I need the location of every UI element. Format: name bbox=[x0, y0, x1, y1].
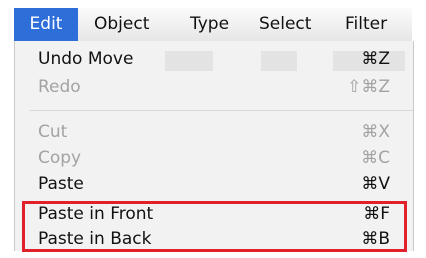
shortcut-label: ⌘Z bbox=[361, 49, 390, 69]
menu-item-label: Paste bbox=[38, 174, 84, 194]
menu-type[interactable]: Type bbox=[190, 8, 229, 41]
menu-separator bbox=[30, 110, 413, 111]
menu-item-copy: Copy ⌘C bbox=[30, 146, 396, 170]
edit-menu-dropdown: Undo Move ⌘Z Redo ⇧⌘Z Cut ⌘X Copy ⌘C Pas… bbox=[14, 41, 414, 251]
shortcut-label: ⌘X bbox=[361, 122, 390, 142]
app-window: Edit Object Type Select Filter Undo Move… bbox=[0, 0, 426, 258]
shortcut-label: ⌘B bbox=[361, 229, 390, 249]
menu-item-cut: Cut ⌘X bbox=[30, 120, 396, 144]
menu-item-label: Copy bbox=[38, 148, 82, 168]
menu-item-label: Redo bbox=[38, 77, 81, 97]
menu-item-paste-in-back[interactable]: Paste in Back ⌘B bbox=[30, 227, 396, 251]
menu-item-label: Paste in Front bbox=[38, 204, 154, 224]
shortcut-label: ⌘F bbox=[363, 204, 390, 224]
menu-item-redo: Redo ⇧⌘Z bbox=[30, 75, 396, 99]
menu-item-label: Paste in Back bbox=[38, 229, 152, 249]
menu-edit[interactable]: Edit bbox=[14, 8, 78, 41]
menu-item-paste[interactable]: Paste ⌘V bbox=[30, 172, 396, 196]
menu-item-label: Cut bbox=[38, 122, 68, 142]
menu-item-label: Undo Move bbox=[38, 49, 134, 69]
shortcut-label: ⌘C bbox=[361, 148, 390, 168]
shortcut-label: ⌘V bbox=[361, 174, 390, 194]
menu-bar: Edit Object Type Select Filter bbox=[14, 8, 412, 42]
menu-item-paste-in-front[interactable]: Paste in Front ⌘F bbox=[30, 202, 396, 226]
menu-item-undo-move[interactable]: Undo Move ⌘Z bbox=[30, 47, 396, 71]
menu-select[interactable]: Select bbox=[259, 8, 311, 41]
menu-filter[interactable]: Filter bbox=[345, 8, 387, 41]
menu-object[interactable]: Object bbox=[94, 8, 149, 41]
shortcut-label: ⇧⌘Z bbox=[347, 77, 390, 97]
